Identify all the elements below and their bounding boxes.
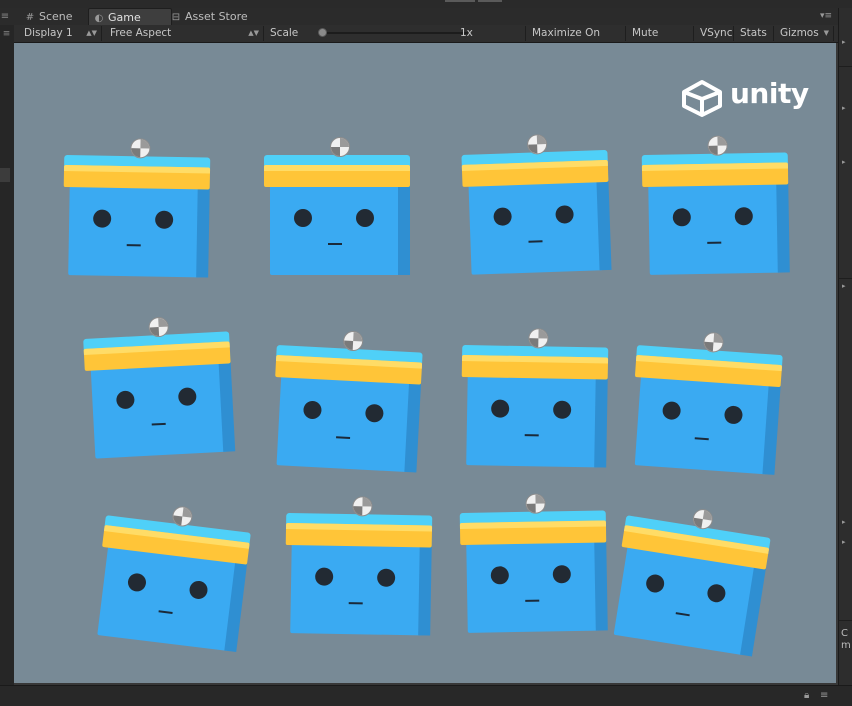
updown-arrows-icon: ▲▼ xyxy=(86,29,97,37)
game-toolbar: Display 1 ▲▼ Free Aspect ▲▼ Scale 1x Max… xyxy=(14,25,838,54)
cube-ball xyxy=(171,505,194,528)
cube-eye xyxy=(723,405,744,425)
context-menu-icon[interactable]: ▾≡ xyxy=(820,8,836,25)
tab-asset-store-label: Asset Store xyxy=(185,10,248,23)
maximize-on-play-toggle[interactable]: Maximize On Play xyxy=(528,26,626,54)
cube-ball xyxy=(528,328,549,349)
scene-grid-icon: # xyxy=(25,12,35,23)
cube-ball xyxy=(330,137,350,157)
cube-eye xyxy=(491,399,510,418)
cube-eye xyxy=(377,568,396,587)
scale-slider-thumb[interactable] xyxy=(318,28,327,37)
cube-mouth xyxy=(524,434,539,437)
cube-eye xyxy=(155,210,174,229)
cube-eye xyxy=(706,582,727,604)
collapse-arrow-icon[interactable]: ▸ xyxy=(842,38,846,46)
cube-mouth xyxy=(525,599,540,602)
cube-ball xyxy=(342,330,364,352)
hamburger-icon[interactable]: ≡ xyxy=(1,28,12,40)
cube-eye xyxy=(552,565,571,584)
cube-mouth xyxy=(694,437,709,441)
cube-mouth xyxy=(707,241,722,244)
cube-band xyxy=(285,523,433,548)
cube-mouth xyxy=(151,422,166,426)
right-side-panel: ▸ ▸ ▸ ▸ ▸ ▸ C m xyxy=(838,8,852,685)
gizmos-label: Gizmos xyxy=(780,27,819,39)
cube-eye xyxy=(294,209,312,227)
cube-eye xyxy=(364,403,384,423)
cube-eye xyxy=(126,572,148,593)
cube-eye xyxy=(644,573,666,594)
collapse-arrow-icon[interactable]: ▸ xyxy=(842,158,846,166)
cube-ball xyxy=(702,331,725,354)
cube-eye xyxy=(553,400,572,419)
vsync-toggle[interactable]: VSync xyxy=(696,26,734,41)
cube-eye xyxy=(493,207,512,226)
cube-ball xyxy=(130,138,151,159)
cube-band xyxy=(63,165,211,190)
cube-band xyxy=(461,355,609,380)
unity-cube-icon xyxy=(682,80,722,117)
cube-eye xyxy=(356,209,374,227)
unity-wordmark: unity xyxy=(730,77,809,110)
cube-mouth xyxy=(158,610,173,614)
bottom-bar: 🔒︎ ≡ xyxy=(0,685,852,706)
top-strip-handle xyxy=(478,0,502,2)
left-side-strip: ≡ xyxy=(0,25,14,685)
display-dropdown[interactable]: Display 1 ▲▼ xyxy=(20,26,102,41)
cube-band xyxy=(459,520,607,545)
gizmos-dropdown[interactable]: Gizmos ▼ xyxy=(776,26,834,41)
top-strip-handle xyxy=(445,0,475,2)
scale-label: Scale xyxy=(270,27,299,39)
tab-scene[interactable]: # Scene xyxy=(20,8,81,25)
cube-eye xyxy=(188,579,209,600)
stats-toggle[interactable]: Stats xyxy=(736,26,774,41)
collapse-arrow-icon[interactable]: ▸ xyxy=(842,104,846,112)
cube-ball xyxy=(352,496,373,517)
collapse-arrow-icon[interactable]: ▸ xyxy=(842,282,846,290)
aspect-label: Free Aspect xyxy=(110,27,172,39)
context-menu-icon[interactable]: ≡ xyxy=(820,690,828,701)
updown-arrows-icon: ▲▼ xyxy=(248,29,259,37)
lock-icon[interactable]: 🔒︎ xyxy=(804,690,809,701)
cube-eye xyxy=(734,207,753,226)
scale-value: 1x xyxy=(456,26,526,41)
cube-eye xyxy=(490,566,509,585)
cube-eye xyxy=(662,401,682,421)
cube-eye xyxy=(93,209,112,228)
tab-bar: ≡ # Scene ◐ Game ⊟ Asset Store ▾≡ xyxy=(0,8,838,26)
cube-band xyxy=(641,162,789,187)
chevron-down-icon: ▼ xyxy=(823,29,829,37)
left-strip-marker xyxy=(0,168,10,182)
cube-eye xyxy=(303,400,322,420)
tab-scene-label: Scene xyxy=(39,10,73,23)
display-label: Display 1 xyxy=(24,27,73,39)
cube-eye xyxy=(555,205,574,224)
store-bag-icon: ⊟ xyxy=(171,12,181,23)
aspect-dropdown[interactable]: Free Aspect ▲▼ xyxy=(106,26,264,41)
cube-eye xyxy=(115,390,135,410)
cube-band xyxy=(264,165,410,187)
hamburger-icon[interactable]: ≡ xyxy=(0,8,10,25)
collapse-arrow-icon[interactable]: ▸ xyxy=(842,518,846,526)
tab-game[interactable]: ◐ Game xyxy=(88,8,172,26)
tab-asset-store[interactable]: ⊟ Asset Store xyxy=(166,8,256,25)
cube-mouth xyxy=(528,240,543,243)
cube-mouth xyxy=(348,602,363,605)
cube-mouth xyxy=(336,436,351,439)
window-top-strip xyxy=(0,0,852,8)
panel-truncated-text: C m xyxy=(841,628,851,651)
cube-eye xyxy=(177,387,197,407)
cube-mouth xyxy=(675,612,690,617)
scale-slider-track[interactable] xyxy=(322,32,468,34)
collapse-arrow-icon[interactable]: ▸ xyxy=(842,538,846,546)
game-viewport[interactable]: unity xyxy=(14,43,836,683)
cube-mouth xyxy=(126,244,141,247)
cube-eye xyxy=(672,208,691,227)
tab-game-label: Game xyxy=(108,11,141,24)
cube-mouth xyxy=(328,243,342,245)
mute-audio-toggle[interactable]: Mute Audio xyxy=(628,26,694,54)
cube-eye xyxy=(315,567,334,586)
